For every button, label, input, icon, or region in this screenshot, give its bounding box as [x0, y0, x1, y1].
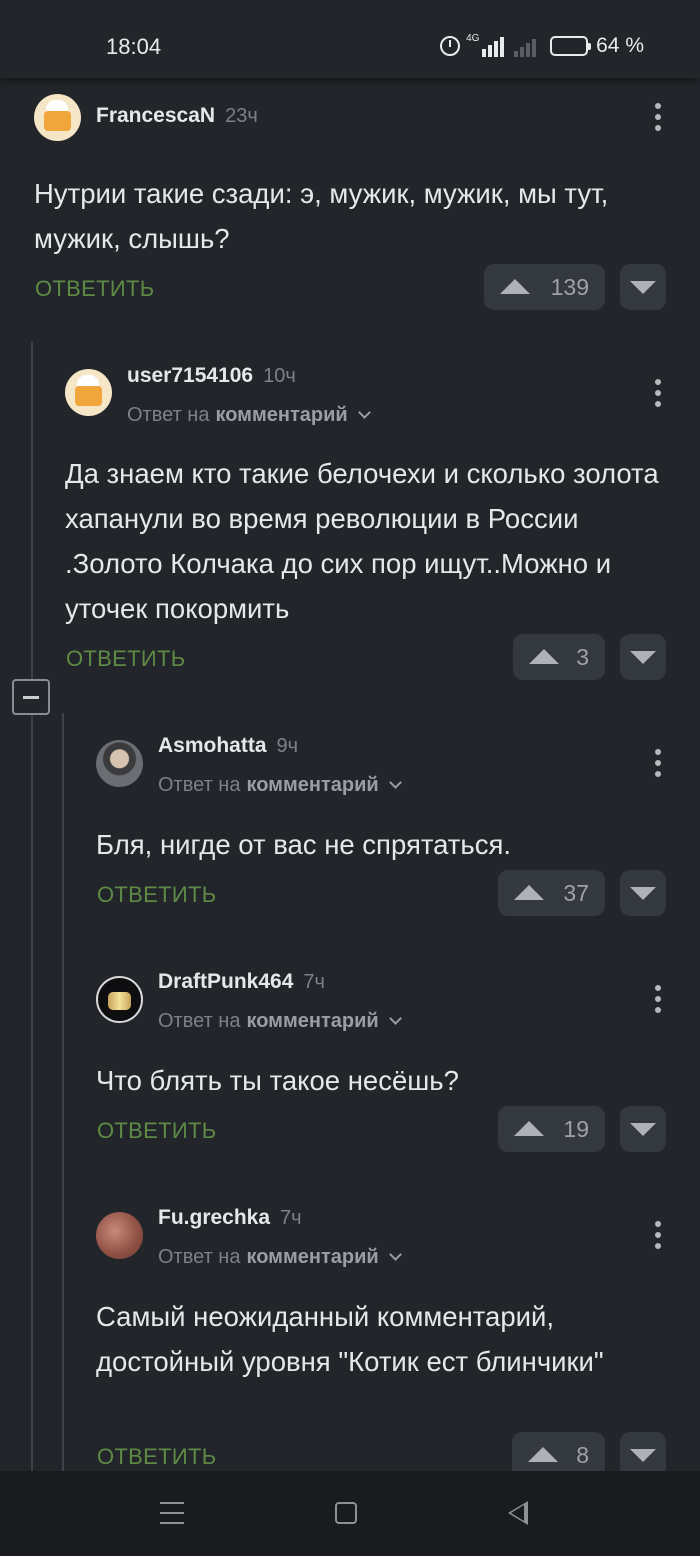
thread-line[interactable] — [31, 341, 33, 679]
vote-count: 139 — [550, 273, 589, 300]
comment: Fu.grechka 7ч Ответ на комментарий Самый… — [96, 1206, 668, 1471]
reply-button[interactable]: ОТВЕТИТЬ — [97, 1444, 216, 1470]
reply-to[interactable]: Ответ на комментарий — [158, 1246, 402, 1269]
thread-line[interactable] — [62, 713, 64, 1471]
upvote-button[interactable]: 139 — [484, 264, 605, 310]
more-options-icon[interactable] — [648, 376, 668, 410]
more-options-icon[interactable] — [648, 1218, 668, 1252]
arrow-down-icon — [630, 651, 656, 664]
reply-to-target[interactable]: комментарий — [246, 1010, 378, 1033]
arrow-down-icon — [630, 887, 656, 900]
chevron-down-icon[interactable] — [388, 1012, 402, 1025]
more-options-icon[interactable] — [648, 100, 668, 134]
author-name[interactable]: user7154106 — [127, 364, 253, 388]
signal-icon: 4G — [466, 33, 537, 57]
status-bar: 18:04 4G 64 % — [0, 0, 700, 78]
comment: Asmohatta 9ч Ответ на комментарий Бля, н… — [96, 734, 668, 924]
author-name[interactable]: DraftPunk464 — [158, 970, 293, 994]
downvote-button[interactable] — [620, 634, 666, 680]
downvote-button[interactable] — [620, 264, 666, 310]
comment-time: 7ч — [303, 971, 325, 993]
network-type: 4G — [466, 33, 480, 44]
thread-line[interactable] — [31, 715, 33, 1471]
author-name[interactable]: FrancescaN — [96, 104, 215, 128]
avatar[interactable] — [96, 740, 143, 787]
arrow-up-icon — [529, 649, 559, 664]
reply-button[interactable]: ОТВЕТИТЬ — [35, 276, 154, 302]
comment-header: Fu.grechka 7ч — [158, 1206, 302, 1230]
avatar[interactable] — [96, 976, 143, 1023]
comment-header: user7154106 10ч — [127, 364, 296, 388]
arrow-up-icon — [528, 1447, 558, 1462]
avatar[interactable] — [34, 94, 81, 141]
home-icon[interactable] — [335, 1502, 357, 1524]
chevron-down-icon[interactable] — [388, 1248, 402, 1261]
vote-count: 19 — [563, 1115, 589, 1142]
comment-time: 9ч — [276, 735, 299, 757]
comment-text: Самый неожиданный комментарий, достойный… — [96, 1301, 604, 1377]
author-name[interactable]: Fu.grechka — [158, 1206, 270, 1230]
downvote-button[interactable] — [620, 1432, 666, 1471]
comment-text: Нутрии такие сзади: э, мужик, мужик, мы … — [34, 178, 609, 254]
comment: FrancescaN 23ч Нутрии такие сзади: э, му… — [34, 94, 668, 314]
arrow-down-icon — [630, 1123, 656, 1136]
reply-to-prefix: Ответ на — [158, 774, 241, 796]
status-icons: 4G 64 % — [440, 33, 644, 58]
avatar[interactable] — [96, 1212, 143, 1259]
reply-button[interactable]: ОТВЕТИТЬ — [97, 882, 216, 908]
avatar[interactable] — [65, 369, 112, 416]
alarm-icon — [440, 36, 461, 56]
comment-text: Да знаем кто такие белочехи и сколько зо… — [65, 458, 659, 624]
reply-to-target[interactable]: комментарий — [215, 404, 347, 427]
vote-count: 8 — [576, 1441, 589, 1468]
reply-button[interactable]: ОТВЕТИТЬ — [66, 646, 185, 672]
comment-time: 10ч — [263, 365, 296, 387]
status-time: 18:04 — [106, 34, 162, 59]
upvote-button[interactable]: 3 — [513, 634, 605, 680]
downvote-button[interactable] — [620, 870, 666, 916]
chevron-down-icon[interactable] — [357, 406, 371, 419]
upvote-button[interactable]: 37 — [498, 870, 605, 916]
menu-icon[interactable] — [160, 1502, 184, 1524]
upvote-button[interactable]: 8 — [512, 1432, 605, 1471]
arrow-down-icon — [630, 1449, 656, 1462]
upvote-button[interactable]: 19 — [498, 1106, 605, 1152]
reply-to[interactable]: Ответ на комментарий — [158, 1010, 402, 1033]
downvote-button[interactable] — [620, 1106, 666, 1152]
comment-text: Бля, нигде от вас не спрятаться. — [96, 829, 512, 860]
vote-count: 37 — [563, 879, 589, 906]
comment-text: Что блять ты такое несёшь? — [96, 1065, 459, 1096]
vote-count: 3 — [576, 643, 589, 670]
battery-percent: 64 % — [596, 34, 644, 57]
comment-header: DraftPunk464 7ч — [158, 970, 325, 994]
comment-header: Asmohatta 9ч — [158, 734, 298, 758]
comment: DraftPunk464 7ч Ответ на комментарий Что… — [96, 970, 668, 1160]
comment-time: 7ч — [280, 1207, 302, 1229]
arrow-up-icon — [500, 279, 530, 294]
back-icon[interactable] — [508, 1501, 528, 1525]
system-nav-bar — [0, 1471, 700, 1556]
more-options-icon[interactable] — [648, 746, 668, 780]
reply-to-prefix: Ответ на — [158, 1010, 241, 1032]
author-name[interactable]: Asmohatta — [158, 734, 267, 758]
reply-to-prefix: Ответ на — [127, 404, 210, 426]
more-options-icon[interactable] — [648, 982, 668, 1016]
comment: user7154106 10ч Ответ на комментарий Да … — [65, 364, 668, 684]
reply-button[interactable]: ОТВЕТИТЬ — [97, 1118, 216, 1144]
comment-header: FrancescaN 23ч — [96, 104, 258, 128]
arrow-down-icon — [630, 281, 656, 294]
reply-to[interactable]: Ответ на комментарий — [158, 774, 402, 797]
battery-icon — [550, 36, 592, 56]
arrow-up-icon — [514, 1121, 544, 1136]
reply-to-prefix: Ответ на — [158, 1246, 241, 1268]
arrow-up-icon — [514, 885, 544, 900]
reply-to-target[interactable]: комментарий — [246, 774, 378, 797]
collapse-thread-button[interactable] — [12, 679, 50, 715]
reply-to[interactable]: Ответ на комментарий — [127, 404, 371, 427]
chevron-down-icon[interactable] — [388, 776, 402, 789]
comment-time: 23ч — [225, 105, 258, 127]
reply-to-target[interactable]: комментарий — [246, 1246, 378, 1269]
